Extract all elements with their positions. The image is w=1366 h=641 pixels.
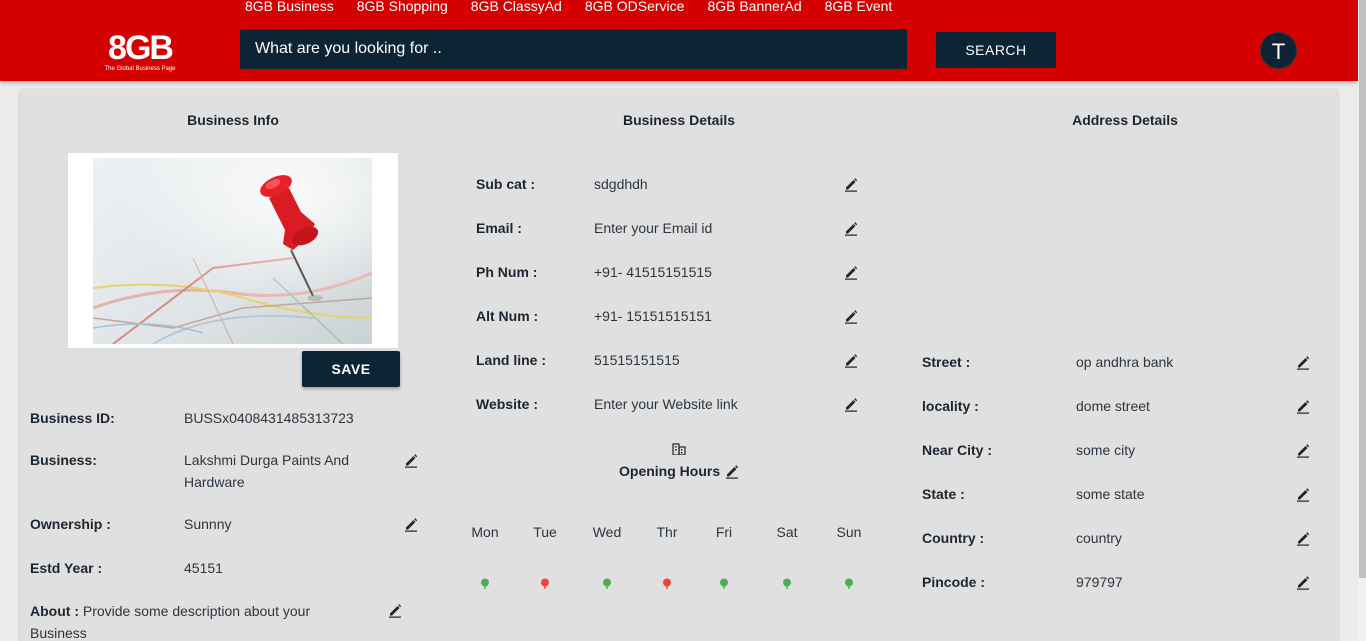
pincode-value: 979797	[1076, 574, 1123, 590]
building-icon	[672, 442, 686, 456]
sub-cat-label: Sub cat :	[476, 176, 536, 192]
day-status-wed-icon[interactable]	[602, 577, 612, 589]
country-label: Country :	[922, 530, 985, 546]
edit-business-name-icon[interactable]	[403, 452, 419, 468]
business-id-value: BUSSx0408431485313723	[184, 410, 354, 426]
edit-state-icon[interactable]	[1295, 486, 1311, 502]
edit-about-icon[interactable]	[387, 602, 403, 618]
nav-link-odservice[interactable]: 8GB ODService	[585, 0, 685, 14]
edit-email-icon[interactable]	[843, 220, 859, 236]
business-name-label: Business:	[30, 452, 97, 468]
day-status-mon-icon[interactable]	[480, 577, 490, 589]
edit-ownership-icon[interactable]	[403, 516, 419, 532]
email-label: Email :	[476, 220, 522, 236]
user-avatar[interactable]: T	[1260, 32, 1297, 69]
day-label-wed: Wed	[592, 524, 622, 540]
app-header: 8GB Business 8GB Shopping 8GB ClassyAd 8…	[0, 0, 1358, 81]
day-status-sat-icon[interactable]	[782, 577, 792, 589]
edit-website-icon[interactable]	[843, 396, 859, 412]
logo-tagline: The Global Business Page	[104, 66, 176, 72]
edit-street-icon[interactable]	[1295, 354, 1311, 370]
business-info-title: Business Info	[187, 112, 279, 128]
locality-label: locality :	[922, 398, 979, 414]
locality-value: dome street	[1076, 398, 1150, 414]
address-details-title: Address Details	[1072, 112, 1178, 128]
edit-phone-icon[interactable]	[843, 264, 859, 280]
site-logo[interactable]: 8GB The Global Business Page	[100, 30, 180, 78]
email-value: Enter your Email id	[594, 220, 713, 236]
nav-link-classyad[interactable]: 8GB ClassyAd	[471, 0, 562, 14]
day-status-tue-icon[interactable]	[540, 577, 550, 589]
near-city-value: some city	[1076, 442, 1136, 458]
nav-link-event[interactable]: 8GB Event	[825, 0, 893, 14]
search-bar	[240, 29, 907, 69]
landline-label: Land line :	[476, 352, 546, 368]
about-section: About : Provide some description about y…	[30, 600, 350, 641]
ownership-value: Sunnny	[184, 516, 232, 532]
state-value: some state	[1076, 486, 1145, 502]
nav-link-bannerad[interactable]: 8GB BannerAd	[707, 0, 801, 14]
day-label-thr: Thr	[656, 524, 678, 540]
day-label-mon: Mon	[471, 524, 499, 540]
day-label-tue: Tue	[533, 524, 557, 540]
scrollbar-thumb[interactable]	[1359, 0, 1366, 578]
edit-sub-cat-icon[interactable]	[843, 176, 859, 192]
business-photo	[93, 158, 372, 344]
website-value: Enter your Website link	[594, 396, 738, 412]
about-label: About :	[30, 603, 79, 619]
edit-landline-icon[interactable]	[843, 352, 859, 368]
nav-link-business[interactable]: 8GB Business	[245, 0, 334, 14]
day-status-thr-icon[interactable]	[662, 577, 672, 589]
business-details-title: Business Details	[622, 112, 736, 128]
country-value: country	[1076, 530, 1122, 546]
business-photo-frame[interactable]	[67, 152, 399, 349]
edit-near-city-icon[interactable]	[1295, 442, 1311, 458]
website-label: Website :	[476, 396, 538, 412]
phone-value: +91- 41515151515	[594, 264, 712, 280]
opening-hours-title: Opening Hours	[619, 463, 721, 479]
state-label: State :	[922, 486, 965, 502]
search-input[interactable]	[240, 29, 907, 69]
alt-phone-value: +91- 15151515151	[594, 308, 712, 324]
estd-year-value: 45151	[184, 560, 223, 576]
business-name-value: Lakshmi Durga Paints And Hardware	[184, 452, 349, 490]
street-label: Street :	[922, 354, 971, 370]
top-nav: 8GB Business 8GB Shopping 8GB ClassyAd 8…	[245, 0, 915, 14]
day-status-sun-icon[interactable]	[844, 577, 854, 589]
street-value: op andhra bank	[1076, 354, 1174, 370]
alt-phone-label: Alt Num :	[476, 308, 539, 324]
edit-country-icon[interactable]	[1295, 530, 1311, 546]
day-label-fri: Fri	[715, 524, 733, 540]
business-id-label: Business ID:	[30, 410, 115, 426]
edit-pincode-icon[interactable]	[1295, 574, 1311, 590]
search-button[interactable]: SEARCH	[936, 32, 1056, 68]
edit-locality-icon[interactable]	[1295, 398, 1311, 414]
sub-cat-value: sdgdhdh	[594, 176, 648, 192]
nav-link-shopping[interactable]: 8GB Shopping	[357, 0, 448, 14]
near-city-label: Near City :	[922, 442, 993, 458]
estd-year-label: Estd Year :	[30, 560, 103, 576]
edit-alt-phone-icon[interactable]	[843, 308, 859, 324]
phone-label: Ph Num :	[476, 264, 538, 280]
edit-opening-hours-icon[interactable]	[724, 463, 740, 479]
day-label-sat: Sat	[776, 524, 798, 540]
day-label-sun: Sun	[836, 524, 862, 540]
day-status-fri-icon[interactable]	[719, 577, 729, 589]
save-photo-button[interactable]: SAVE	[302, 351, 400, 387]
pincode-label: Pincode :	[922, 574, 986, 590]
logo-text: 8GB	[108, 29, 174, 67]
landline-value: 51515151515	[594, 352, 680, 368]
ownership-label: Ownership :	[30, 516, 111, 532]
